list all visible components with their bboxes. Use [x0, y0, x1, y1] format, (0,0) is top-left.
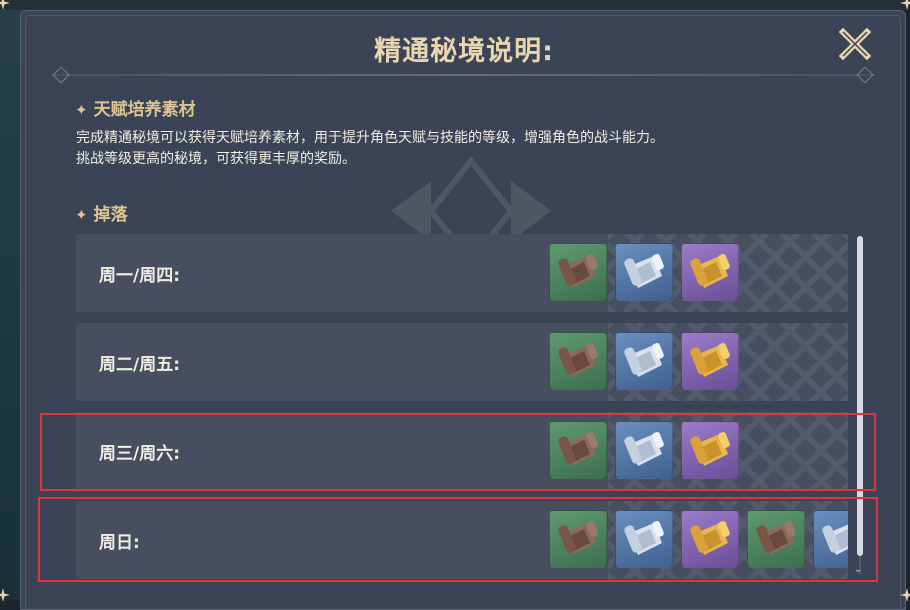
item-purple-scroll[interactable] — [681, 332, 739, 390]
description-line-1: 完成精通秘境可以获得天赋培养素材，用于提升角色天赋与技能的等级，增强角色的战斗能… — [76, 130, 664, 146]
green-scroll-icon — [558, 253, 598, 288]
dialog-title: 精通秘境说明: — [374, 36, 554, 67]
background-top — [0, 0, 910, 10]
item-green-scroll[interactable] — [549, 332, 607, 390]
scrollbar[interactable]: ⌄ — [854, 236, 863, 576]
item-blue-scroll[interactable] — [615, 332, 673, 390]
item-purple-scroll[interactable] — [681, 421, 739, 479]
green-scroll-icon — [558, 520, 598, 555]
item-purple-scroll[interactable] — [681, 243, 739, 301]
row-label: 周三/周六: — [99, 444, 181, 464]
divider-ornament-left — [52, 66, 70, 84]
dialog-panel: 精通秘境说明: ✦ 天赋培养素材 完成精通秘境可以获得天赋培养素材，用于提升角色天… — [20, 10, 906, 610]
green-scroll-icon — [756, 520, 796, 555]
item-green-scroll[interactable] — [549, 243, 607, 301]
drop-row-sun: 周日: — [76, 501, 848, 579]
section-heading-talent: ✦ 天赋培养素材 — [75, 95, 196, 120]
item-purple-scroll[interactable] — [681, 510, 739, 568]
purple-scroll-icon — [690, 431, 730, 466]
drop-row-mon-thu: 周一/周四: — [76, 234, 848, 312]
item-green-scroll[interactable] — [549, 421, 607, 479]
close-button[interactable] — [837, 26, 873, 62]
sparkle-icon: ✦ — [75, 101, 88, 119]
drop-row-tue-fri: 周二/周五: — [76, 323, 848, 401]
title-divider — [51, 74, 875, 76]
item-blue-scroll[interactable] — [813, 510, 848, 568]
scroll-down-icon[interactable]: ⌄ — [854, 564, 862, 575]
purple-scroll-icon — [690, 342, 730, 377]
item-blue-scroll[interactable] — [615, 510, 673, 568]
blue-scroll-icon — [624, 520, 664, 555]
blue-scroll-icon — [624, 431, 664, 466]
row-label: 周二/周五: — [99, 355, 181, 375]
item-list — [549, 243, 739, 303]
description-line-2: 挑战等级更高的秘境，可获得更丰厚的奖励。 — [76, 151, 356, 167]
section-heading-talent-text: 天赋培养素材 — [93, 100, 196, 120]
scroll-thumb[interactable] — [857, 236, 863, 556]
purple-scroll-icon — [690, 520, 730, 555]
drop-row-wed-sat: 周三/周六: — [76, 412, 848, 490]
green-scroll-icon — [558, 431, 598, 466]
blue-scroll-icon — [624, 342, 664, 377]
green-scroll-icon — [558, 342, 598, 377]
item-list — [549, 332, 739, 392]
blue-scroll-icon — [624, 253, 664, 288]
item-list — [549, 510, 848, 570]
item-green-scroll[interactable] — [747, 510, 805, 568]
sparkle-icon: ✦ — [75, 206, 88, 224]
row-label: 周日: — [99, 533, 140, 553]
section-heading-drops-text: 掉落 — [93, 205, 128, 225]
talent-description: 完成精通秘境可以获得天赋培养素材，用于提升角色天赋与技能的等级，增强角色的战斗能… — [76, 128, 836, 170]
close-icon[interactable] — [837, 26, 873, 62]
item-green-scroll[interactable] — [549, 510, 607, 568]
row-label: 周一/周四: — [99, 266, 181, 286]
item-list — [549, 421, 739, 481]
item-blue-scroll[interactable] — [615, 243, 673, 301]
section-heading-drops: ✦ 掉落 — [75, 200, 128, 225]
purple-scroll-icon — [690, 253, 730, 288]
blue-scroll-icon — [822, 524, 848, 555]
divider-ornament-right — [856, 66, 874, 84]
item-blue-scroll[interactable] — [615, 421, 673, 479]
